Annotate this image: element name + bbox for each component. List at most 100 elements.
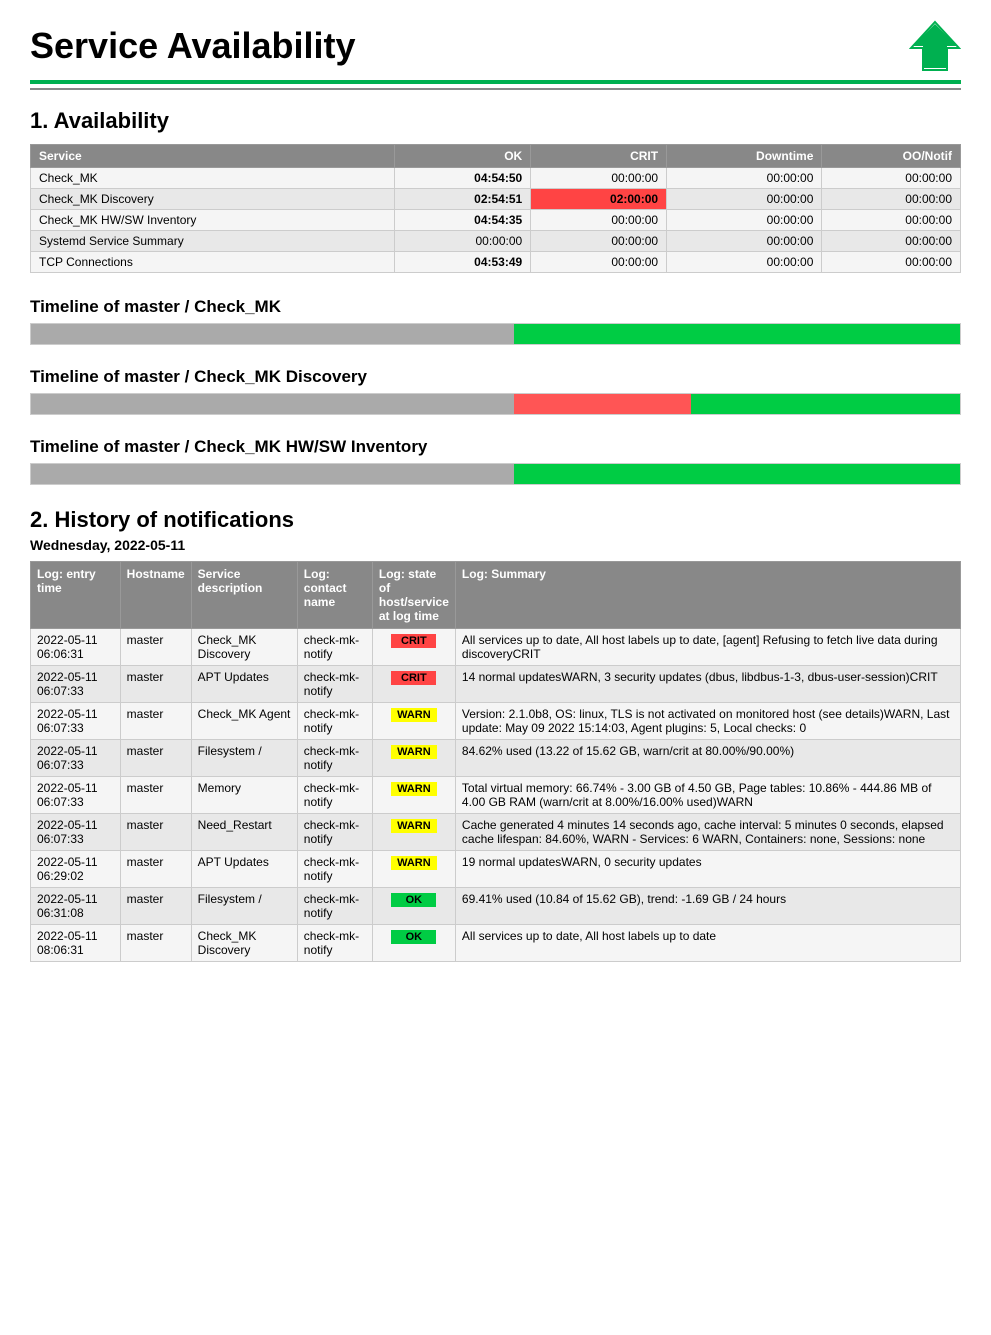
timeline-title: Timeline of master / Check_MK Discovery xyxy=(30,367,961,387)
section1-title: 1. Availability xyxy=(30,108,961,134)
notif-time: 2022-05-11 06:07:33 xyxy=(31,740,121,777)
notif-state: OK xyxy=(372,925,455,962)
col-crit: CRIT xyxy=(531,145,667,168)
notif-host: master xyxy=(120,777,191,814)
notif-service: Filesystem / xyxy=(191,888,297,925)
notif-summary: Total virtual memory: 66.74% - 3.00 GB o… xyxy=(455,777,960,814)
avail-row: Check_MK04:54:5000:00:0000:00:0000:00:00 xyxy=(31,168,961,189)
timeline-segment-gray xyxy=(31,394,514,414)
section2-date: Wednesday, 2022-05-11 xyxy=(30,537,961,553)
notif-time: 2022-05-11 06:07:33 xyxy=(31,703,121,740)
notif-state: WARN xyxy=(372,777,455,814)
status-badge: WARN xyxy=(391,708,437,722)
notif-row: 2022-05-11 06:07:33masterAPT Updateschec… xyxy=(31,666,961,703)
notif-contact: check-mk-notify xyxy=(297,925,372,962)
timeline-segment-red xyxy=(514,394,691,414)
col-downtime: Downtime xyxy=(667,145,822,168)
avail-row: Check_MK Discovery02:54:5102:00:0000:00:… xyxy=(31,189,961,210)
notif-row: 2022-05-11 06:31:08masterFilesystem /che… xyxy=(31,888,961,925)
notif-row: 2022-05-11 06:07:33masterFilesystem /che… xyxy=(31,740,961,777)
notif-contact: check-mk-notify xyxy=(297,740,372,777)
notif-contact: check-mk-notify xyxy=(297,666,372,703)
col-service: Service xyxy=(31,145,395,168)
avail-ok: 00:00:00 xyxy=(395,231,531,252)
notif-service: Check_MK Discovery xyxy=(191,925,297,962)
th-service: Servicedescription xyxy=(191,562,297,629)
avail-service: Check_MK Discovery xyxy=(31,189,395,210)
avail-downtime: 00:00:00 xyxy=(667,252,822,273)
avail-crit: 00:00:00 xyxy=(531,168,667,189)
status-badge: OK xyxy=(391,930,436,944)
avail-crit: 00:00:00 xyxy=(531,252,667,273)
avail-oo: 00:00:00 xyxy=(822,189,961,210)
avail-downtime: 00:00:00 xyxy=(667,231,822,252)
th-time: Log: entrytime xyxy=(31,562,121,629)
notif-contact: check-mk-notify xyxy=(297,888,372,925)
notif-time: 2022-05-11 06:29:02 xyxy=(31,851,121,888)
timeline-segment-green xyxy=(514,464,960,484)
logo-icon xyxy=(909,20,961,72)
notif-summary: 14 normal updatesWARN, 3 security update… xyxy=(455,666,960,703)
notif-host: master xyxy=(120,888,191,925)
avail-downtime: 00:00:00 xyxy=(667,168,822,189)
th-summary: Log: Summary xyxy=(455,562,960,629)
timeline-title: Timeline of master / Check_MK xyxy=(30,297,961,317)
notif-contact: check-mk-notify xyxy=(297,703,372,740)
timeline-section: Timeline of master / Check_MK Discovery xyxy=(30,367,961,415)
notif-state: OK xyxy=(372,888,455,925)
avail-service: Check_MK HW/SW Inventory xyxy=(31,210,395,231)
notif-row: 2022-05-11 06:07:33masterCheck_MK Agentc… xyxy=(31,703,961,740)
timeline-segment-gray xyxy=(31,464,514,484)
col-ok: OK xyxy=(395,145,531,168)
notif-row: 2022-05-11 06:07:33masterMemorycheck-mk-… xyxy=(31,777,961,814)
avail-row: Check_MK HW/SW Inventory04:54:3500:00:00… xyxy=(31,210,961,231)
avail-crit: 00:00:00 xyxy=(531,231,667,252)
th-contact: Log: contactname xyxy=(297,562,372,629)
notif-row: 2022-05-11 06:07:33masterNeed_Restartche… xyxy=(31,814,961,851)
notif-contact: check-mk-notify xyxy=(297,777,372,814)
notif-host: master xyxy=(120,925,191,962)
notif-host: master xyxy=(120,629,191,666)
notif-time: 2022-05-11 06:31:08 xyxy=(31,888,121,925)
th-state: Log: stateofhost/serviceat log time xyxy=(372,562,455,629)
timeline-segment-green xyxy=(514,324,960,344)
notif-service: APT Updates xyxy=(191,666,297,703)
notif-summary: Cache generated 4 minutes 14 seconds ago… xyxy=(455,814,960,851)
status-badge: CRIT xyxy=(391,634,436,648)
notif-summary: All services up to date, All host labels… xyxy=(455,925,960,962)
notif-service: Need_Restart xyxy=(191,814,297,851)
notif-time: 2022-05-11 06:06:31 xyxy=(31,629,121,666)
avail-row: Systemd Service Summary00:00:0000:00:000… xyxy=(31,231,961,252)
notif-time: 2022-05-11 08:06:31 xyxy=(31,925,121,962)
col-oo: OO/Notif xyxy=(822,145,961,168)
divider-gray xyxy=(30,88,961,90)
timeline-section: Timeline of master / Check_MK HW/SW Inve… xyxy=(30,437,961,485)
notif-state: WARN xyxy=(372,740,455,777)
notif-state: WARN xyxy=(372,814,455,851)
status-badge: WARN xyxy=(391,745,437,759)
timeline-segment-green xyxy=(691,394,960,414)
avail-downtime: 00:00:00 xyxy=(667,210,822,231)
avail-crit: 00:00:00 xyxy=(531,210,667,231)
notif-summary: Version: 2.1.0b8, OS: linux, TLS is not … xyxy=(455,703,960,740)
notif-state: CRIT xyxy=(372,629,455,666)
notif-service: APT Updates xyxy=(191,851,297,888)
status-badge: WARN xyxy=(391,856,437,870)
notif-contact: check-mk-notify xyxy=(297,851,372,888)
notif-summary: All services up to date, All host labels… xyxy=(455,629,960,666)
notif-contact: check-mk-notify xyxy=(297,629,372,666)
notif-time: 2022-05-11 06:07:33 xyxy=(31,777,121,814)
notif-summary: 84.62% used (13.22 of 15.62 GB, warn/cri… xyxy=(455,740,960,777)
notif-state: WARN xyxy=(372,703,455,740)
avail-downtime: 00:00:00 xyxy=(667,189,822,210)
notifications-table: Log: entrytime Hostname Servicedescripti… xyxy=(30,561,961,962)
timeline-segment-gray xyxy=(31,324,514,344)
timeline-bar xyxy=(30,463,961,485)
avail-service: Check_MK xyxy=(31,168,395,189)
notif-summary: 69.41% used (10.84 of 15.62 GB), trend: … xyxy=(455,888,960,925)
notif-row: 2022-05-11 06:06:31masterCheck_MK Discov… xyxy=(31,629,961,666)
notif-host: master xyxy=(120,703,191,740)
notif-service: Check_MK Agent xyxy=(191,703,297,740)
avail-oo: 00:00:00 xyxy=(822,168,961,189)
status-badge: WARN xyxy=(391,819,437,833)
